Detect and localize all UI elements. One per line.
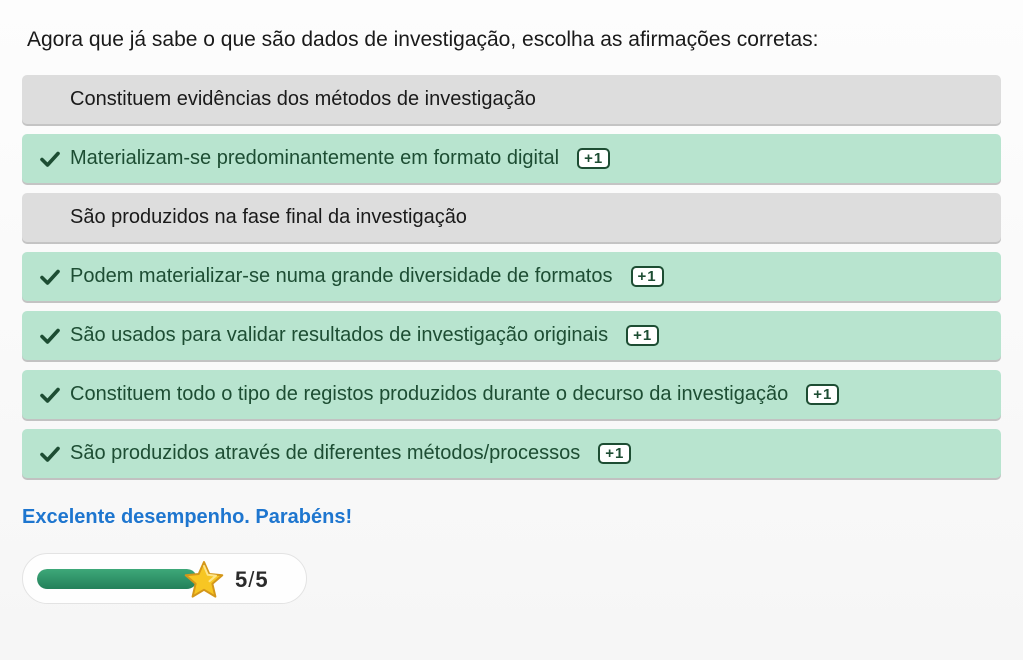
points-badge: +1 bbox=[577, 148, 611, 169]
option-item-correct[interactable]: São produzidos através de diferentes mét… bbox=[22, 429, 1001, 478]
points-badge: +1 bbox=[598, 443, 632, 464]
option-item-correct[interactable]: Constituem todo o tipo de registos produ… bbox=[22, 370, 1001, 419]
option-label: São produzidos através de diferentes mét… bbox=[70, 442, 581, 464]
option-label: Constituem evidências dos métodos de inv… bbox=[70, 88, 536, 110]
option-label: Constituem todo o tipo de registos produ… bbox=[70, 383, 789, 405]
option-label: Materializam-se predominantemente em for… bbox=[70, 147, 560, 169]
star-icon bbox=[184, 561, 224, 598]
score-separator: / bbox=[248, 567, 255, 592]
option-label: São usados para validar resultados de in… bbox=[70, 324, 609, 346]
option-item-correct[interactable]: Materializam-se predominantemente em for… bbox=[22, 134, 1001, 183]
points-badge: +1 bbox=[626, 325, 660, 346]
option-item[interactable]: São produzidos na fase final da investig… bbox=[22, 193, 1001, 242]
points-badge: +1 bbox=[630, 266, 664, 287]
option-label: Podem materializar-se numa grande divers… bbox=[70, 265, 613, 287]
score-current: 5 bbox=[235, 567, 248, 592]
checkmark-icon bbox=[40, 445, 60, 463]
score-progress-fill bbox=[37, 569, 197, 589]
checkmark-icon bbox=[40, 268, 60, 286]
checkmark-icon bbox=[40, 386, 60, 404]
score-progress-bar bbox=[37, 569, 197, 589]
option-item-correct[interactable]: Podem materializar-se numa grande divers… bbox=[22, 252, 1001, 301]
option-item[interactable]: Constituem evidências dos métodos de inv… bbox=[22, 75, 1001, 124]
quiz-result-page: Agora que já sabe o que são dados de inv… bbox=[0, 0, 1023, 660]
checkmark-icon bbox=[40, 327, 60, 345]
options-list: Constituem evidências dos métodos de inv… bbox=[22, 75, 1001, 488]
option-label: São produzidos na fase final da investig… bbox=[70, 206, 467, 228]
score-summary: 5/5 bbox=[22, 553, 307, 604]
score-text: 5/5 bbox=[235, 567, 268, 593]
option-item-correct[interactable]: São usados para validar resultados de in… bbox=[22, 311, 1001, 360]
score-total: 5 bbox=[255, 567, 268, 592]
checkmark-icon bbox=[40, 150, 60, 168]
points-badge: +1 bbox=[806, 384, 840, 405]
feedback-message: Excelente desempenho. Parabéns! bbox=[22, 506, 353, 528]
question-text: Agora que já sabe o que são dados de inv… bbox=[27, 28, 819, 51]
